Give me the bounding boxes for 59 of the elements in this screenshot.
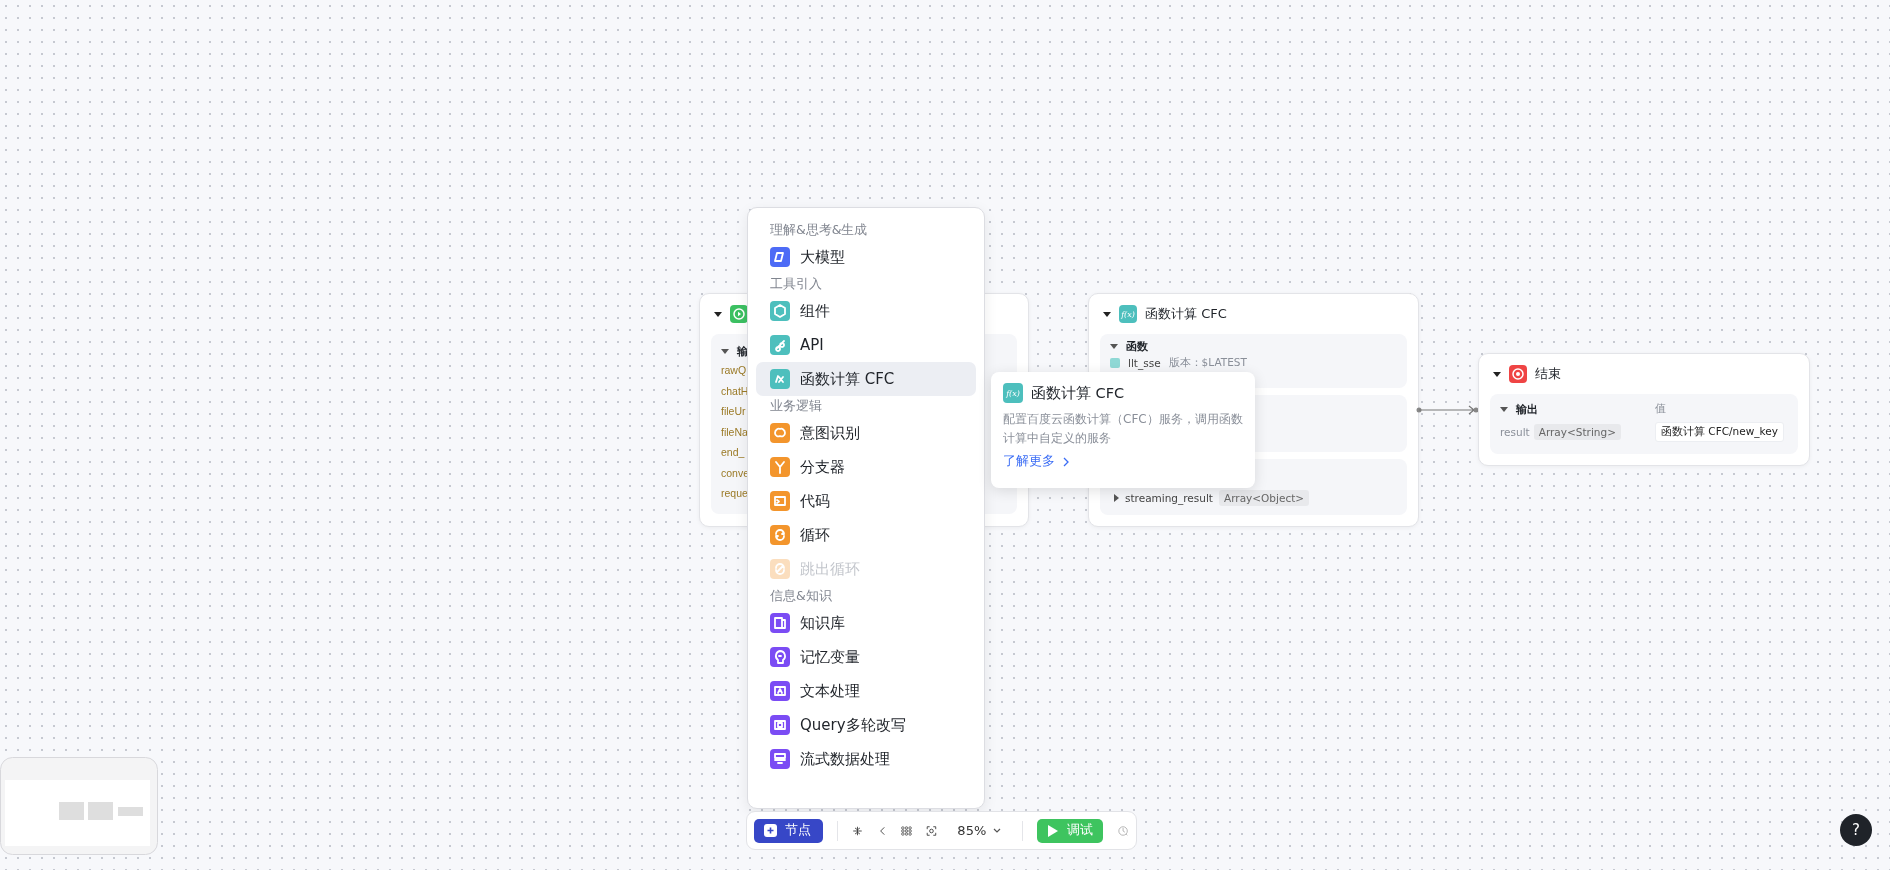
group-title: 业务逻辑 (769, 397, 823, 415)
chevron-right-icon (1061, 455, 1071, 468)
menu-item[interactable]: API (756, 328, 976, 362)
expand-arrow-icon[interactable] (1114, 494, 1119, 502)
variable-name: end_ (721, 445, 745, 460)
menu-item[interactable]: Query多轮改写 (756, 708, 976, 742)
end-node[interactable]: 结束 输出 值 result Array<String> 函数计算 CFC/new_key (1478, 353, 1810, 466)
menu-item[interactable]: 分支器 (756, 450, 976, 484)
collapse-arrow-icon[interactable] (1493, 371, 1501, 377)
menu-item[interactable]: 组件 (756, 294, 976, 328)
collapse-arrow-icon[interactable] (714, 311, 722, 317)
group-title: 工具引入 (769, 275, 823, 293)
collapse-arrow-icon[interactable] (721, 348, 729, 354)
collapse-arrow-icon[interactable] (1110, 343, 1118, 349)
output-name: streaming_result (1125, 492, 1213, 504)
section-title: 函数 (1126, 338, 1148, 354)
menu-item[interactable]: 大模型 (756, 240, 976, 274)
menu-item[interactable]: 文本处理 (756, 674, 976, 708)
target-icon (1509, 365, 1527, 383)
group-title: 理解&思考&生成 (769, 221, 869, 239)
help-button[interactable]: ? (1840, 814, 1872, 846)
collapse-arrow-icon[interactable] (1103, 311, 1111, 317)
menu-item[interactable]: 意图识别 (756, 416, 976, 450)
variable-name: reque (721, 486, 748, 501)
variable-name: fileUr (721, 404, 746, 419)
connector-arrow (1416, 404, 1480, 416)
variable-name: chatH (721, 383, 749, 399)
menu-item[interactable]: 函数计算 CFC (756, 362, 976, 396)
type-tag: Array<Object> (1219, 490, 1310, 506)
type-tag: Array<String> (1533, 424, 1621, 440)
node-type-icon (770, 559, 790, 579)
function-icon: f(x) (1003, 383, 1023, 403)
menu-item[interactable]: 代码 (756, 484, 976, 518)
zoom-dropdown[interactable]: 85% (951, 823, 1009, 838)
menu-item[interactable]: 流式数据处理 (756, 742, 976, 776)
learn-more-link[interactable]: 了解更多 (1003, 453, 1071, 470)
output-name: result (1500, 426, 1530, 438)
section-title: 输 (737, 343, 748, 359)
function-name: llt_sse (1128, 357, 1161, 369)
add-node-button[interactable]: 节点 (754, 818, 823, 843)
collapse-arrow-icon[interactable] (1500, 406, 1508, 412)
tooltip-title: 函数计算 CFC (1031, 383, 1125, 403)
function-icon: f(x) (1119, 305, 1137, 323)
version-label: 版本：$LATEST (1168, 356, 1247, 370)
tooltip-description: 配置百度云函数计算（CFC）服务，调用函数计算中自定义的服务 (1003, 411, 1243, 447)
menu-item[interactable]: 知识库 (756, 606, 976, 640)
node-title: 结束 (1535, 365, 1561, 383)
chevron-down-icon (992, 826, 1003, 835)
column-header: 值 (1655, 402, 1666, 416)
value-field[interactable]: 函数计算 CFC/new_key (1655, 422, 1784, 442)
play-icon (1046, 823, 1059, 838)
group-title: 信息&知识 (769, 587, 833, 605)
section-title: 输出 (1516, 401, 1538, 417)
menu-item[interactable]: 记忆变量 (756, 640, 976, 674)
variable-name: rawQ (721, 363, 747, 378)
menu-item[interactable]: 循环 (756, 518, 976, 552)
variable-name: fileNa (721, 424, 748, 440)
node-title: 函数计算 CFC (1145, 305, 1227, 323)
plus-icon (764, 824, 777, 837)
